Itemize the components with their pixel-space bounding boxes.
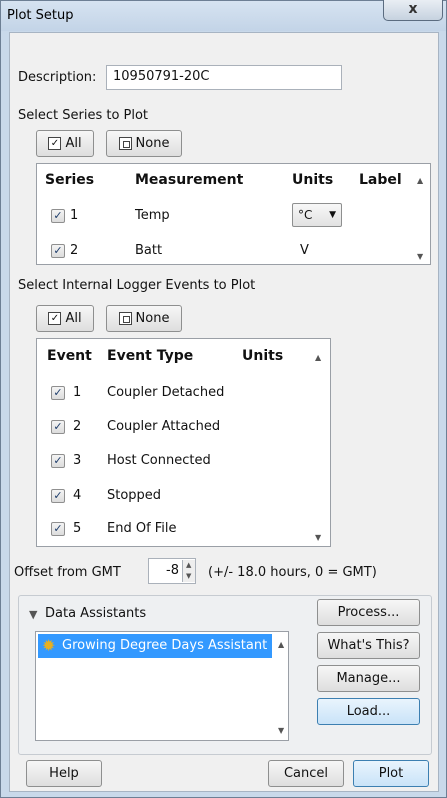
manage-button[interactable]: Manage... — [317, 665, 420, 692]
checkmark-icon: ✓ — [53, 454, 63, 467]
series-none-label: None — [135, 136, 170, 151]
spin-up-icon[interactable]: ▲ — [186, 561, 191, 569]
series-grid: Series Measurement Units Label ✓ 1 Temp … — [36, 163, 431, 265]
event-5-number: 5 — [73, 521, 82, 536]
event-3-type: Host Connected — [107, 453, 211, 468]
assistant-item-label: Growing Degree Days Assistant — [62, 638, 268, 653]
dialog-body: Description: 10950791-20C Select Series … — [9, 32, 439, 792]
scroll-up-icon[interactable]: ▲ — [417, 176, 423, 185]
window-title: Plot Setup — [7, 8, 74, 23]
chevron-down-icon: ▼ — [329, 210, 336, 220]
plot-button-label: Plot — [378, 766, 404, 781]
offset-spinner[interactable]: -8 ▲ ▼ — [148, 558, 196, 584]
series-1-checkbox[interactable]: ✓ — [51, 209, 65, 223]
select-none-icon — [118, 137, 132, 150]
event-1-checkbox[interactable]: ✓ — [51, 386, 65, 400]
cancel-button[interactable]: Cancel — [268, 760, 344, 787]
offset-label: Offset from GMT — [14, 565, 121, 580]
series-none-button[interactable]: None — [106, 130, 182, 157]
checkmark-icon: ✓ — [53, 489, 63, 502]
help-button[interactable]: Help — [26, 760, 102, 787]
series-1-number: 1 — [70, 208, 79, 223]
cancel-button-label: Cancel — [283, 766, 329, 781]
units-dropdown[interactable]: °C ▼ — [292, 203, 342, 227]
scroll-down-icon[interactable]: ▼ — [417, 252, 423, 261]
description-field[interactable]: 10950791-20C — [106, 65, 342, 90]
event-5-type: End Of File — [107, 521, 177, 536]
series-section-title: Select Series to Plot — [18, 108, 149, 123]
checkmark-icon: ✓ — [53, 420, 63, 433]
header-series: Series — [45, 172, 95, 188]
whats-this-button-label: What's This? — [327, 638, 410, 653]
events-none-label: None — [135, 311, 170, 326]
events-section-title: Select Internal Logger Events to Plot — [18, 278, 256, 293]
event-5-checkbox[interactable]: ✓ — [51, 522, 65, 536]
events-all-button[interactable]: ✓ All — [36, 305, 94, 332]
whats-this-button[interactable]: What's This? — [317, 632, 420, 659]
close-button[interactable]: x — [383, 0, 443, 21]
offset-hint: (+/- 18.0 hours, 0 = GMT) — [208, 565, 377, 580]
spin-buttons[interactable]: ▲ ▼ — [182, 560, 195, 582]
event-4-number: 4 — [73, 488, 82, 503]
plot-setup-window: Plot Setup x Description: 10950791-20C S… — [0, 0, 447, 798]
series-2-checkbox[interactable]: ✓ — [51, 244, 65, 258]
assistant-item-growing-degree-days[interactable]: ✹ Growing Degree Days Assistant — [38, 634, 272, 658]
expand-icon[interactable]: ▼ — [29, 608, 37, 621]
process-button-label: Process... — [337, 605, 400, 620]
events-all-label: All — [65, 311, 82, 326]
event-2-type: Coupler Attached — [107, 419, 221, 434]
spin-down-icon[interactable]: ▼ — [186, 572, 191, 580]
manage-button-label: Manage... — [336, 671, 401, 686]
event-4-checkbox[interactable]: ✓ — [51, 489, 65, 503]
scroll-down-icon[interactable]: ▼ — [315, 533, 321, 542]
load-button[interactable]: Load... — [317, 698, 420, 725]
offset-value: -8 — [166, 563, 179, 578]
scroll-down-icon[interactable]: ▼ — [278, 726, 284, 735]
event-3-checkbox[interactable]: ✓ — [51, 454, 65, 468]
events-none-button[interactable]: None — [106, 305, 182, 332]
select-all-icon: ✓ — [48, 137, 62, 150]
checkmark-icon: ✓ — [53, 386, 63, 399]
close-icon: x — [408, 1, 418, 17]
checkmark-icon: ✓ — [53, 209, 63, 222]
series-2-measurement: Batt — [135, 243, 163, 258]
event-3-number: 3 — [73, 453, 82, 468]
select-none-icon — [118, 312, 132, 325]
series-all-button[interactable]: ✓ All — [36, 130, 94, 157]
header-measurement: Measurement — [135, 172, 244, 188]
header-event: Event — [47, 348, 92, 364]
help-button-label: Help — [49, 766, 79, 781]
header-event-units: Units — [242, 348, 284, 364]
header-event-type: Event Type — [107, 348, 194, 364]
event-2-checkbox[interactable]: ✓ — [51, 420, 65, 434]
process-button[interactable]: Process... — [317, 599, 420, 626]
series-1-measurement: Temp — [135, 208, 170, 223]
checkmark-icon: ✓ — [53, 522, 63, 535]
series-all-label: All — [65, 136, 82, 151]
event-4-type: Stopped — [107, 488, 162, 503]
event-1-number: 1 — [73, 385, 82, 400]
data-assistants-panel: ▼ Data Assistants ✹ Growing Degree Days … — [18, 595, 432, 755]
units-dropdown-value: °C — [298, 208, 313, 222]
assistants-list: ✹ Growing Degree Days Assistant ▲ ▼ — [35, 631, 289, 741]
checkmark-icon: ✓ — [53, 244, 63, 257]
select-all-icon: ✓ — [48, 312, 62, 325]
header-units: Units — [292, 172, 334, 188]
event-2-number: 2 — [73, 419, 82, 434]
series-2-units: V — [300, 243, 309, 258]
events-grid: Event Event Type Units ✓ 1 Coupler Detac… — [36, 338, 331, 547]
data-assistants-title: Data Assistants — [45, 606, 147, 621]
title-bar[interactable]: Plot Setup x — [1, 0, 446, 31]
description-label: Description: — [18, 70, 97, 85]
event-1-type: Coupler Detached — [107, 385, 225, 400]
series-2-number: 2 — [70, 243, 79, 258]
scroll-up-icon[interactable]: ▲ — [315, 353, 321, 362]
load-button-label: Load... — [346, 704, 391, 719]
scroll-up-icon[interactable]: ▲ — [278, 640, 284, 649]
sun-icon: ✹ — [42, 636, 56, 655]
header-label: Label — [359, 172, 402, 188]
plot-button[interactable]: Plot — [353, 760, 429, 787]
